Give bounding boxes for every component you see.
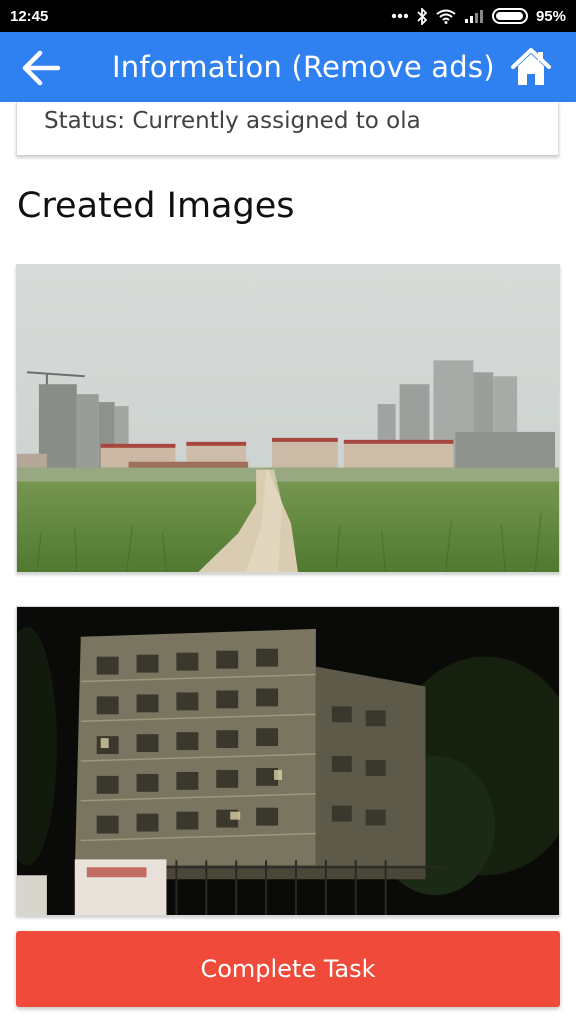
wifi-icon: [436, 9, 456, 24]
status-time: 12:45: [10, 7, 49, 25]
complete-task-button[interactable]: Complete Task: [16, 931, 560, 1007]
back-button[interactable]: [20, 48, 64, 88]
status-bar: 12:45 95%: [0, 0, 576, 32]
dots-icon: [391, 13, 409, 19]
building-photo: [17, 607, 559, 915]
battery-icon: [491, 8, 528, 24]
created-image-2[interactable]: [16, 606, 560, 916]
created-images-heading: Created Images: [17, 186, 295, 226]
arrow-left-icon: [20, 50, 64, 92]
battery-percent: 95%: [535, 7, 566, 25]
app-bar: Information (Remove ads): [0, 32, 576, 102]
page-title: Information (Remove ads): [112, 50, 495, 84]
status-icons: 95%: [391, 7, 566, 25]
field-photo: [17, 265, 559, 572]
task-status-card: Status: Currently assigned to ola: [16, 102, 559, 156]
task-status-text: Status: Currently assigned to ola: [44, 108, 421, 134]
signal-icon: [464, 9, 484, 23]
home-icon: [510, 48, 552, 92]
home-button[interactable]: [510, 46, 552, 88]
bluetooth-icon: [417, 7, 428, 25]
created-image-1[interactable]: [16, 264, 560, 573]
